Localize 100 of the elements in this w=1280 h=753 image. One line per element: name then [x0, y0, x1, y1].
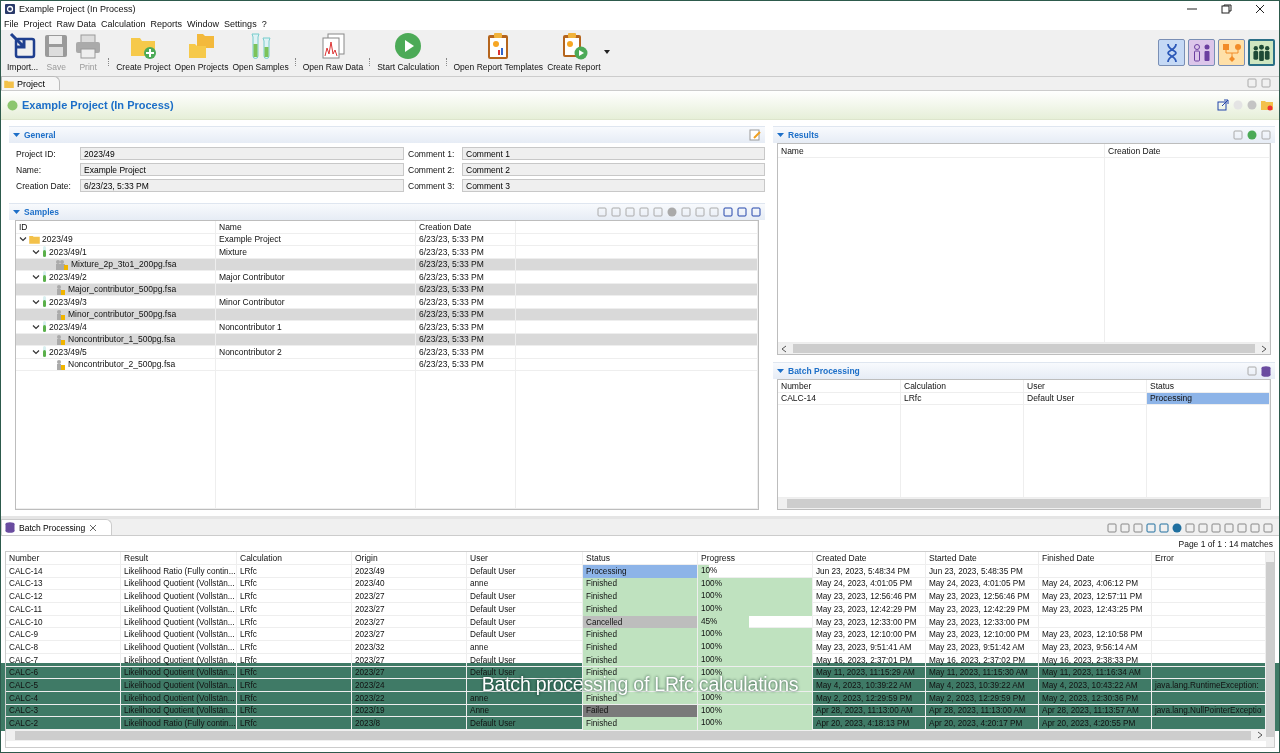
column-header[interactable]: Calculation	[901, 380, 1024, 392]
column-header[interactable]: Creation Date	[1105, 144, 1270, 157]
menu-item[interactable]: Project	[23, 18, 52, 29]
progress-label: 100%	[700, 692, 723, 702]
table-cell: CALC-14	[778, 392, 901, 404]
menu-item[interactable]: Settings	[224, 18, 257, 29]
perspective-button[interactable]	[1248, 39, 1275, 66]
column-header[interactable]: User	[467, 552, 583, 564]
chevron-down-icon[interactable]	[32, 297, 40, 306]
column-header[interactable]: Origin	[352, 552, 467, 564]
horizontal-scrollbar[interactable]	[778, 498, 1270, 509]
dropdown-caret-icon[interactable]	[602, 48, 611, 56]
play-icon[interactable]	[1247, 130, 1257, 140]
column-header[interactable]: Status	[1147, 380, 1270, 392]
table-cell: 6/23/23, 5:33 PM	[416, 346, 516, 358]
tree-row[interactable]: Noncontributor_2_500pg.fsa 6/23/23, 5:33 PM	[16, 358, 758, 371]
toolbar-button[interactable]: Start Calculation	[375, 32, 442, 72]
table-cell: CALC-10	[6, 615, 121, 629]
text-field[interactable]: Comment 3	[462, 179, 765, 192]
table-cell: Major Contributor	[216, 271, 416, 283]
menu-item[interactable]: ?	[261, 18, 267, 29]
collapse-triangle-icon[interactable]	[777, 132, 784, 138]
tree-item[interactable]: 2023/49/4	[16, 321, 216, 333]
chevron-down-icon[interactable]	[19, 235, 27, 244]
menu-item[interactable]: File	[4, 18, 19, 29]
tree-item-label: 2023/49/4	[49, 321, 87, 332]
table-cell: May 24, 2023, 4:01:05 PM	[926, 577, 1039, 591]
tree-item[interactable]: Mixture_2p_3to1_200pg.fsa	[16, 258, 216, 270]
table-cell: Likelihood Quotient (Vollstän...	[121, 628, 237, 641]
column-header[interactable]: Result	[121, 552, 237, 564]
scroll-left-icon[interactable]	[781, 344, 787, 353]
column-header[interactable]: Error	[1152, 552, 1266, 564]
horizontal-scrollbar[interactable]	[778, 343, 1270, 354]
scroll-right-icon[interactable]	[1256, 731, 1263, 740]
collapse-triangle-icon[interactable]	[13, 132, 20, 138]
tree-item[interactable]: 2023/49/2	[16, 271, 216, 283]
tree-item[interactable]: Minor_contributor_500pg.fsa	[16, 308, 216, 320]
column-header[interactable]: Created Date	[813, 552, 926, 564]
menu-item[interactable]: Reports	[150, 18, 183, 29]
chevron-down-icon[interactable]	[32, 347, 40, 356]
column-header[interactable]: Progress	[698, 552, 813, 564]
view-tab[interactable]: Batch Processing	[1, 519, 113, 535]
collapse-triangle-icon[interactable]	[777, 368, 784, 374]
toolbar-button[interactable]: Import...	[5, 32, 41, 72]
progress-label: 100%	[700, 718, 723, 728]
column-header[interactable]: ID	[16, 221, 216, 233]
toolbar-button[interactable]: Create Project	[114, 32, 173, 72]
text-field[interactable]: 2023/49	[80, 147, 404, 160]
text-field[interactable]: Comment 1	[462, 147, 765, 160]
edit-icon[interactable]	[749, 129, 761, 141]
text-field[interactable]: Example Project	[80, 163, 404, 176]
column-header[interactable]: Status	[583, 552, 698, 564]
table-cell: Likelihood Quotient (Vollstän...	[121, 603, 237, 616]
tree-item[interactable]: 2023/49/5	[16, 346, 216, 358]
menu-item[interactable]: Raw Data	[56, 18, 97, 29]
perspective-button[interactable]	[1158, 39, 1185, 66]
toolbar-button[interactable]: Open Report Templates	[451, 32, 546, 72]
tree-item[interactable]: Noncontributor_2_500pg.fsa	[16, 358, 216, 370]
collapse-triangle-icon[interactable]	[13, 209, 20, 215]
menu-item[interactable]: Window	[187, 18, 220, 29]
database-icon[interactable]	[1261, 365, 1271, 377]
table-cell: May 23, 2023, 12:42:29 PM	[926, 603, 1039, 616]
perspective-button[interactable]	[1188, 39, 1215, 66]
tree-item-label: 2023/49/2	[49, 271, 87, 282]
table-cell: 2023/27	[352, 603, 467, 616]
column-header[interactable]: Started Date	[926, 552, 1039, 564]
scroll-right-icon[interactable]	[1261, 344, 1267, 353]
column-header[interactable]: Calculation	[237, 552, 352, 564]
folder-remove-icon[interactable]	[1261, 99, 1273, 111]
table-cell: 2023/40	[352, 577, 467, 591]
chevron-down-icon[interactable]	[32, 247, 40, 256]
column-header[interactable]: User	[1024, 380, 1147, 392]
toolbar-button[interactable]: Open Projects	[172, 32, 231, 72]
column-header[interactable]: Name	[778, 144, 1105, 157]
tree-item[interactable]: Major_contributor_500pg.fsa	[16, 283, 216, 295]
chevron-down-icon[interactable]	[32, 322, 40, 331]
progress-label: 100%	[700, 654, 723, 664]
editor-tab[interactable]: Project	[1, 76, 60, 90]
tree-item[interactable]: 2023/49/1	[16, 246, 216, 258]
chevron-down-icon[interactable]	[32, 272, 40, 281]
table-cell: Likelihood Ratio (Fully contin...	[121, 565, 237, 578]
toolbar-button[interactable]: Open Raw Data	[300, 32, 366, 72]
column-header[interactable]: Creation Date	[416, 221, 516, 233]
column-header[interactable]: Number	[778, 380, 901, 392]
tree-item[interactable]: 2023/49/3	[16, 296, 216, 308]
text-field[interactable]: Comment 2	[462, 163, 765, 176]
vertical-scrollbar[interactable]	[1265, 552, 1274, 747]
people-file-icon	[55, 258, 69, 270]
column-header[interactable]: Number	[6, 552, 121, 564]
menu-item[interactable]: Calculation	[101, 18, 146, 29]
circle-icon[interactable]	[1247, 100, 1257, 110]
horizontal-scrollbar[interactable]	[6, 729, 1266, 741]
toolbar-button[interactable]: Create Report	[545, 32, 603, 72]
toolbar-button[interactable]: Open Samples	[230, 32, 291, 72]
tree-item[interactable]: 2023/49	[16, 233, 216, 245]
column-header[interactable]: Name	[216, 221, 416, 233]
tree-item[interactable]: Noncontributor_1_500pg.fsa	[16, 333, 216, 345]
text-field[interactable]: 6/23/23, 5:33 PM	[80, 179, 404, 192]
column-header[interactable]: Finished Date	[1039, 552, 1152, 564]
table-cell: LRfc	[237, 641, 352, 654]
